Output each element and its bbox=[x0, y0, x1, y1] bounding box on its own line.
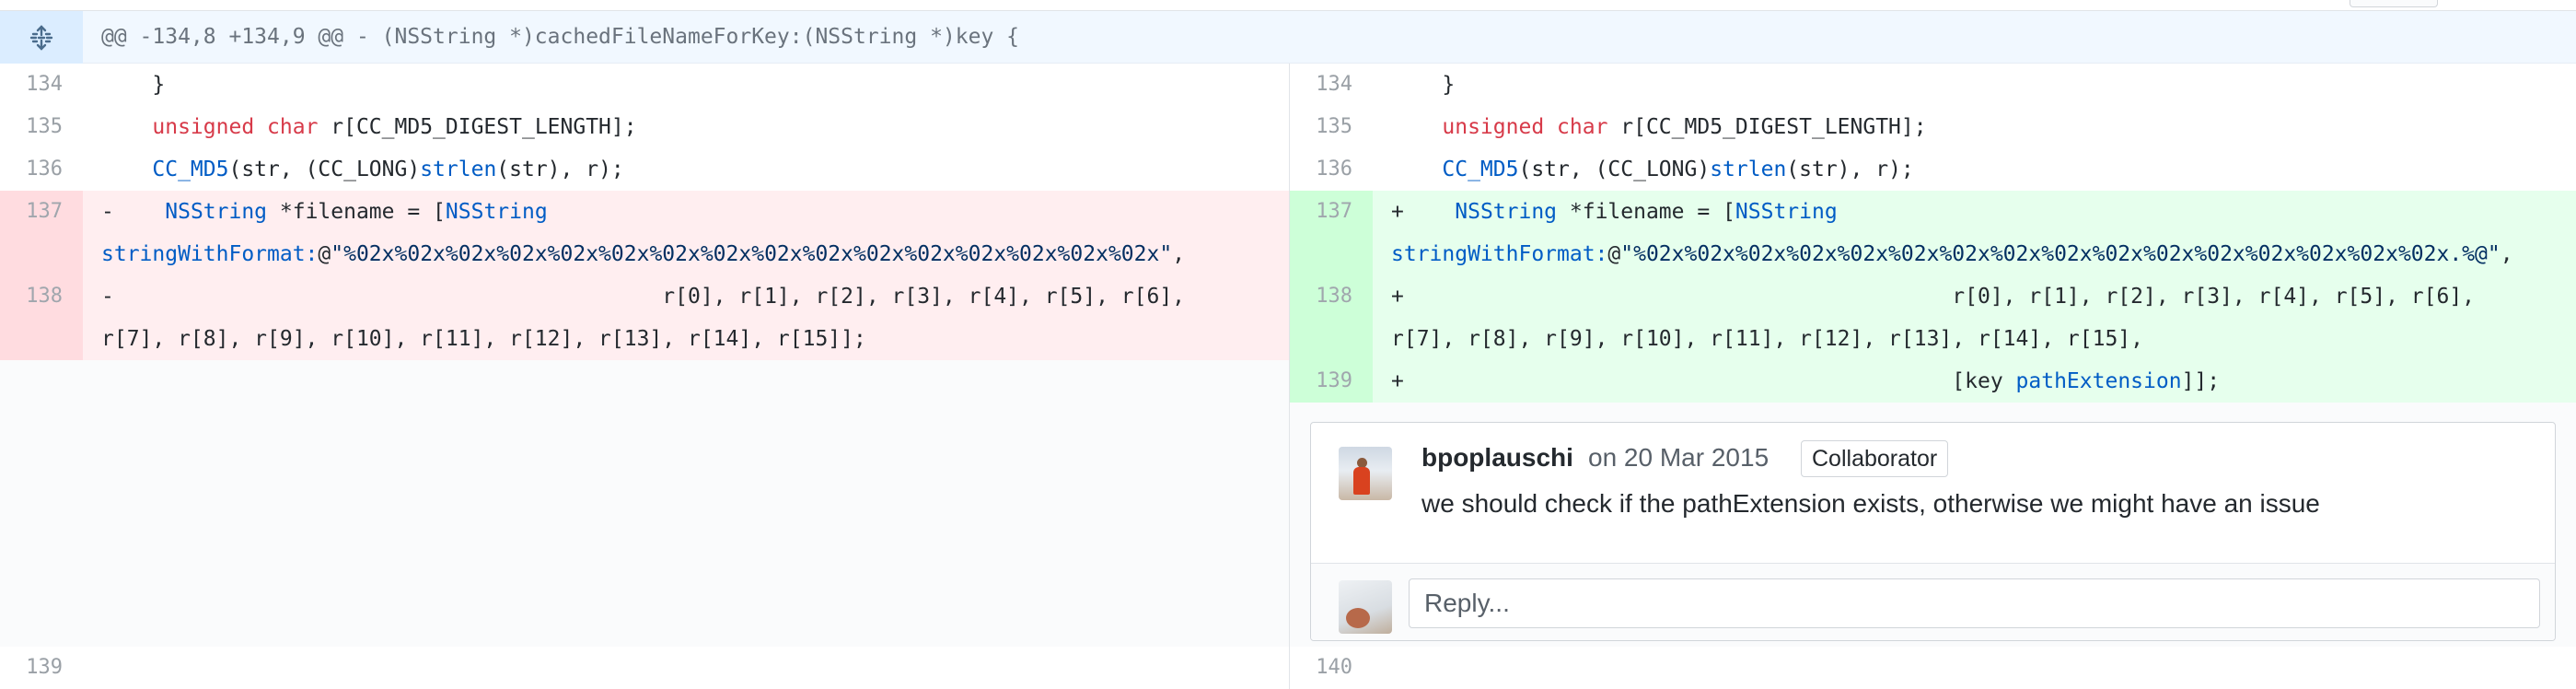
left-diff-pane: 134 } 135 unsigned char r[CC_MD5_DIGEST_… bbox=[0, 64, 1289, 689]
line-number[interactable]: 140 bbox=[1290, 647, 1373, 689]
code-text: } bbox=[101, 73, 166, 97]
avatar[interactable] bbox=[1339, 447, 1392, 500]
reply-input[interactable]: Reply... bbox=[1409, 578, 2540, 628]
code-text: CC_MD5(str, (CC_LONG)strlen(str), r); bbox=[1442, 158, 1914, 181]
added-line: 137 + NSString *filename = [NSString str… bbox=[1290, 191, 2576, 275]
line-number[interactable]: 135 bbox=[0, 106, 83, 148]
empty-diff-area bbox=[0, 360, 1289, 647]
line-number[interactable]: 138 bbox=[0, 275, 83, 360]
comment-body: we should check if the pathExtension exi… bbox=[1421, 489, 2320, 518]
diff-line: 134 } bbox=[1290, 64, 2576, 106]
line-number[interactable]: 136 bbox=[0, 148, 83, 191]
hunk-header: @@ -134,8 +134,9 @@ - (NSString *)cached… bbox=[0, 11, 2576, 64]
code-text: } bbox=[1391, 73, 1456, 97]
line-number[interactable]: 137 bbox=[0, 191, 83, 275]
code-text: CC_MD5(str, (CC_LONG)strlen(str), r); bbox=[152, 158, 624, 181]
diff-line: 135 unsigned char r[CC_MD5_DIGEST_LENGTH… bbox=[1290, 106, 2576, 148]
code-text: + r[0], r[1], r[2], r[3], r[4], r[5], r[… bbox=[1391, 285, 2476, 351]
diff-line: 140 bbox=[1290, 647, 2576, 689]
diff-line: 134 } bbox=[0, 64, 1289, 106]
comment-author[interactable]: bpoplauschi bbox=[1421, 443, 1573, 473]
line-number[interactable]: 137 bbox=[1290, 191, 1373, 275]
collaborator-badge: Collaborator bbox=[1801, 440, 1949, 477]
reply-bar: Reply... bbox=[1311, 563, 2555, 640]
line-number[interactable]: 138 bbox=[1290, 275, 1373, 360]
toolbar-button[interactable] bbox=[2350, 0, 2438, 7]
right-diff-pane: 134 } 135 unsigned char r[CC_MD5_DIGEST_… bbox=[1289, 64, 2576, 689]
diff-line: 135 unsigned char r[CC_MD5_DIGEST_LENGTH… bbox=[0, 106, 1289, 148]
code-text: - r[0], r[1], r[2], r[3], r[4], r[5], r[… bbox=[101, 285, 1186, 351]
expand-button[interactable] bbox=[0, 11, 83, 64]
line-number[interactable]: 135 bbox=[1290, 106, 1373, 148]
code-text: unsigned char r[CC_MD5_DIGEST_LENGTH]; bbox=[1442, 115, 1927, 139]
deleted-line: 138 - r[0], r[1], r[2], r[3], r[4], r[5]… bbox=[0, 275, 1289, 360]
code-text: - NSString *filename = [NSString stringW… bbox=[101, 200, 1186, 266]
comment-main: bpoplauschi on 20 Mar 2015 Collaborator … bbox=[1311, 423, 2555, 563]
diff-line: 139 bbox=[0, 647, 1289, 689]
toolbar-strip bbox=[0, 0, 2576, 11]
unfold-icon[interactable] bbox=[28, 24, 55, 52]
line-number[interactable]: 139 bbox=[0, 647, 83, 689]
review-comment: bpoplauschi on 20 Mar 2015 Collaborator … bbox=[1310, 422, 2556, 641]
diff-line: 136 CC_MD5(str, (CC_LONG)strlen(str), r)… bbox=[0, 148, 1289, 191]
line-number[interactable]: 134 bbox=[0, 64, 83, 106]
hunk-header-text: @@ -134,8 +134,9 @@ - (NSString *)cached… bbox=[101, 25, 1019, 49]
added-line: 138 + r[0], r[1], r[2], r[3], r[4], r[5]… bbox=[1290, 275, 2576, 360]
line-number[interactable]: 134 bbox=[1290, 64, 1373, 106]
code-text: + NSString *filename = [NSString stringW… bbox=[1391, 200, 2513, 266]
diff-line: 136 CC_MD5(str, (CC_LONG)strlen(str), r)… bbox=[1290, 148, 2576, 191]
code-text: + [key pathExtension]]; bbox=[1391, 369, 2221, 393]
deleted-line: 137 - NSString *filename = [NSString str… bbox=[0, 191, 1289, 275]
code-text: unsigned char r[CC_MD5_DIGEST_LENGTH]; bbox=[152, 115, 637, 139]
line-number[interactable]: 136 bbox=[1290, 148, 1373, 191]
comment-date[interactable]: on 20 Mar 2015 bbox=[1588, 443, 1769, 473]
current-user-avatar bbox=[1339, 580, 1392, 634]
line-number[interactable]: 139 bbox=[1290, 360, 1373, 403]
added-line: 139 + [key pathExtension]]; bbox=[1290, 360, 2576, 403]
